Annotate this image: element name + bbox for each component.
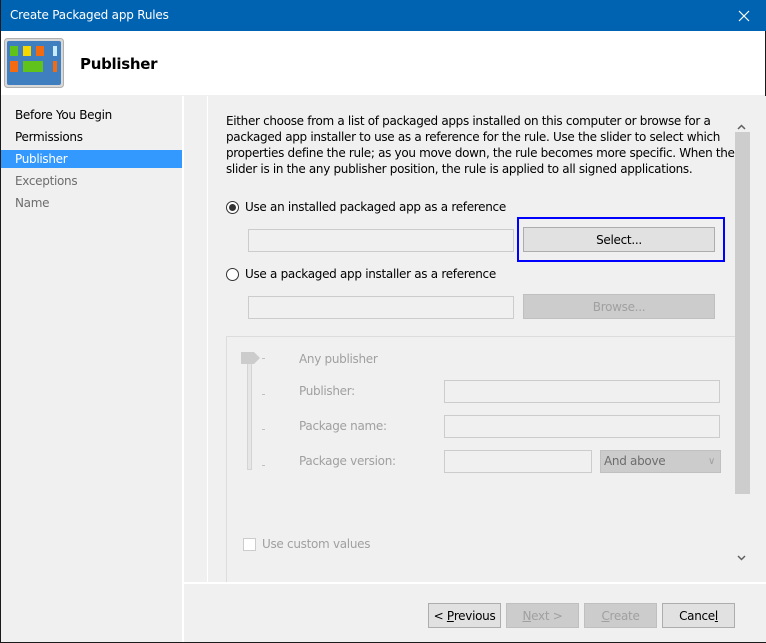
use-custom-values-label: Use custom values (262, 537, 371, 551)
next-button[interactable]: Next > (506, 603, 579, 628)
create-rest: reate (609, 608, 640, 623)
title-bar: Create Packaged app Rules (1, 0, 766, 31)
slider-tick (262, 394, 265, 395)
scroll-thumb[interactable] (735, 132, 750, 494)
installed-app-reference-field[interactable] (248, 229, 514, 252)
radio-app-installer[interactable]: Use a packaged app installer as a refere… (226, 267, 496, 281)
checkbox-box[interactable] (243, 537, 256, 551)
close-button[interactable] (721, 0, 766, 31)
close-icon (738, 10, 750, 21)
previous-accel: P (446, 608, 454, 623)
previous-rest: revious (453, 608, 496, 623)
sidebar-item-exceptions[interactable]: Exceptions (1, 172, 182, 190)
radio-button-unchecked[interactable] (226, 267, 239, 281)
dialog-window: Create Packaged app Rules Publisher Befo… (0, 0, 766, 643)
select-button[interactable]: Select... (523, 227, 715, 252)
slider-tick (262, 358, 265, 359)
cancel-pre: Cance (679, 608, 715, 623)
version-operator-value: And above (604, 454, 666, 468)
applocker-app-icon (4, 38, 64, 88)
any-publisher-label: Any publisher (299, 352, 378, 366)
page-title: Publisher (80, 55, 158, 73)
sidebar-item-permissions[interactable]: Permissions (1, 128, 182, 146)
use-custom-values-checkbox[interactable]: Use custom values (243, 537, 370, 551)
wizard-steps-sidebar: Before You Begin Permissions Publisher E… (1, 96, 182, 642)
installer-reference-field[interactable] (248, 296, 514, 319)
scroll-up-button[interactable] (733, 122, 750, 132)
chevron-down-icon (737, 554, 746, 561)
vertical-scrollbar[interactable] (733, 122, 750, 566)
package-name-field[interactable] (444, 415, 720, 438)
specificity-slider-track[interactable] (247, 358, 252, 470)
radio-app-installer-label: Use a packaged app installer as a refere… (245, 267, 496, 281)
description-text: Either choose from a list of packaged ap… (226, 114, 735, 176)
package-version-field[interactable] (444, 450, 592, 473)
next-accel: N (522, 608, 532, 623)
radio-button-checked[interactable] (226, 200, 239, 214)
publisher-field[interactable] (444, 380, 720, 403)
slider-thumb[interactable] (241, 352, 260, 364)
sidebar-item-name[interactable]: Name (1, 194, 182, 212)
publisher-label: Publisher: (299, 384, 355, 398)
package-version-label: Package version: (299, 454, 396, 468)
create-button[interactable]: Create (584, 603, 657, 628)
sidebar-item-publisher[interactable]: Publisher (1, 150, 182, 168)
previous-prefix: < (433, 608, 447, 623)
package-name-label: Package name: (299, 419, 387, 433)
wizard-footer: < Previous Next > Create Cance l (184, 584, 766, 642)
slider-tick (262, 465, 265, 466)
version-operator-dropdown[interactable]: And above ∨ (600, 450, 721, 473)
wizard-header: Publisher (1, 31, 765, 95)
chevron-down-icon: ∨ (707, 456, 715, 467)
radio-installed-app[interactable]: Use an installed packaged app as a refer… (226, 200, 506, 214)
cancel-button[interactable]: Cance l (662, 603, 735, 628)
previous-button[interactable]: < Previous (428, 603, 501, 628)
scroll-down-button[interactable] (733, 549, 750, 566)
cancel-accel: l (714, 608, 718, 623)
browse-button[interactable]: Browse... (523, 294, 715, 319)
sidebar-item-before-you-begin[interactable]: Before You Begin (1, 106, 182, 124)
create-accel: C (601, 608, 610, 623)
next-rest: ext > (531, 608, 563, 623)
content-panel: Either choose from a list of packaged ap… (184, 96, 766, 586)
window-title: Create Packaged app Rules (10, 8, 169, 22)
slider-tick (262, 429, 265, 430)
radio-installed-app-label: Use an installed packaged app as a refer… (245, 200, 506, 214)
chevron-up-icon (737, 124, 746, 130)
